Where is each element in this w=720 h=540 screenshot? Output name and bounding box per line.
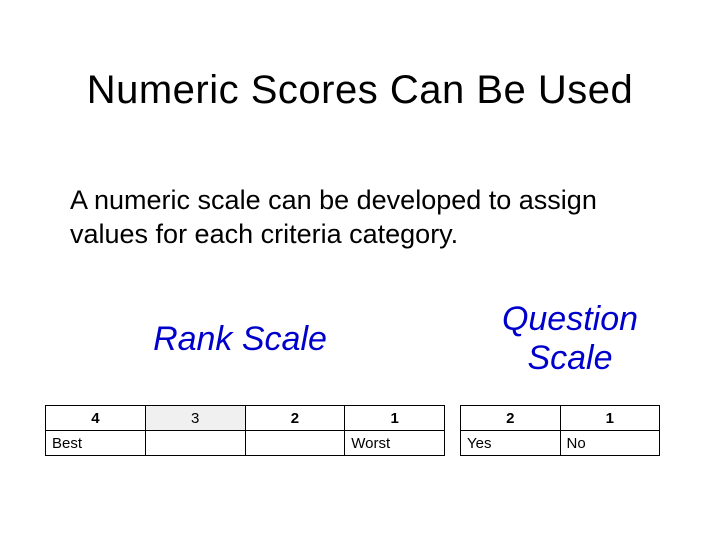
question-scale-heading: Question Scale (455, 300, 685, 378)
question-label-no: No (560, 431, 660, 456)
slide-title: Numeric Scores Can Be Used (0, 68, 720, 113)
table-row: 4 3 2 1 (46, 406, 445, 431)
slide: Numeric Scores Can Be Used A numeric sca… (0, 0, 720, 540)
rank-label-best: Best (46, 431, 146, 456)
table-row: Yes No (461, 431, 660, 456)
question-label-yes: Yes (461, 431, 561, 456)
question-num-1: 1 (560, 406, 660, 431)
question-num-2: 2 (461, 406, 561, 431)
rank-label-empty1 (145, 431, 245, 456)
table-row: Best Worst (46, 431, 445, 456)
rank-num-2: 2 (245, 406, 345, 431)
rank-label-empty2 (245, 431, 345, 456)
rank-scale-table: 4 3 2 1 Best Worst (45, 405, 445, 456)
table-row: 2 1 (461, 406, 660, 431)
rank-num-3: 3 (145, 406, 245, 431)
rank-label-worst: Worst (345, 431, 445, 456)
rank-num-4: 4 (46, 406, 146, 431)
slide-body-text: A numeric scale can be developed to assi… (70, 184, 650, 252)
question-scale-table: 2 1 Yes No (460, 405, 660, 456)
rank-scale-heading: Rank Scale (100, 320, 380, 359)
rank-num-1: 1 (345, 406, 445, 431)
